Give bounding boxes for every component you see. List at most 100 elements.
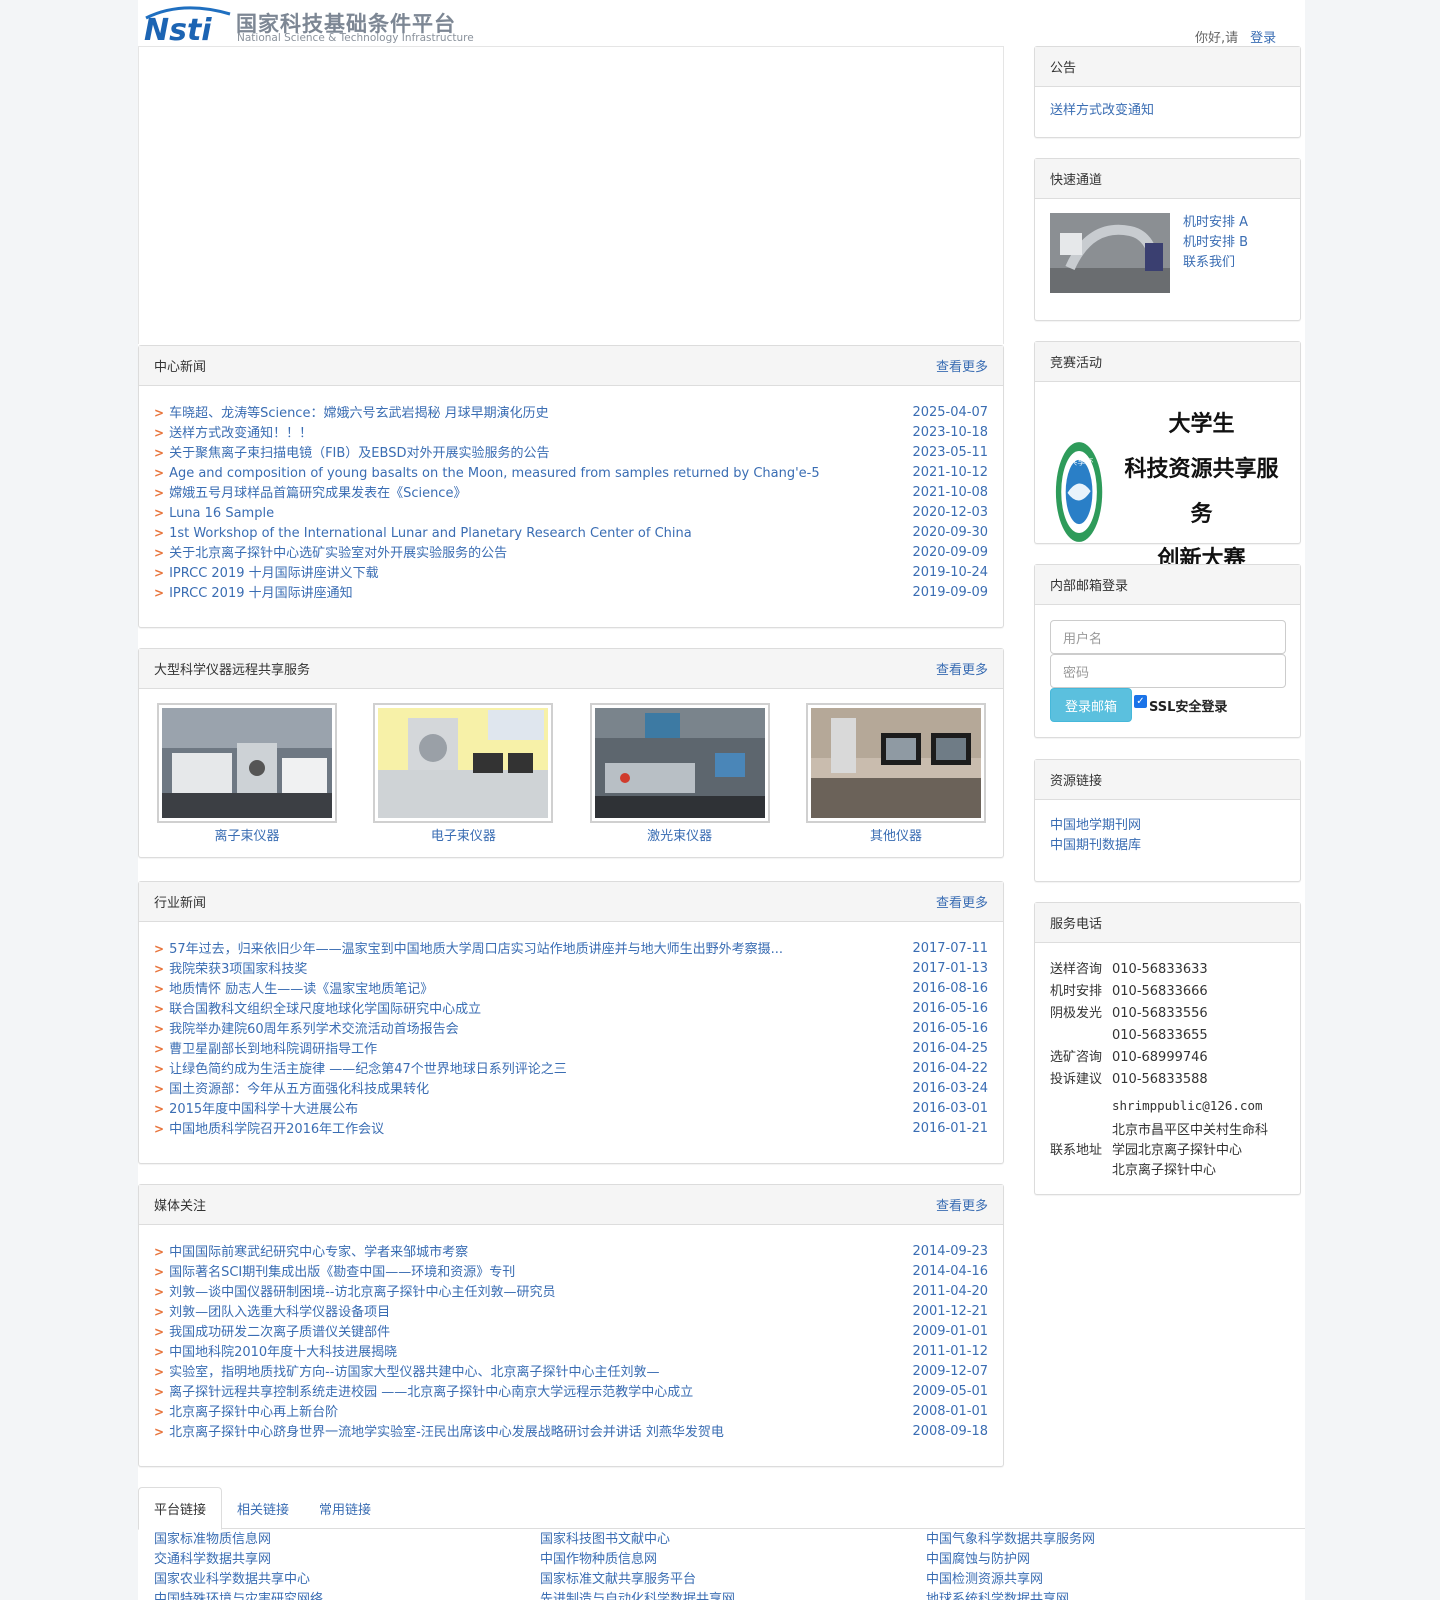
footer-link[interactable]: 中国特殊环境与灾害研究网络 (154, 1590, 540, 1600)
news-title[interactable]: > 北京离子探针中心跻身世界一流地学实验室-汪民出席该中心发展战略研讨会并讲话 刘… (154, 1422, 724, 1442)
news-title[interactable]: > 刘敦—团队入选重大科学仪器设备项目 (154, 1302, 390, 1322)
quick-link-schedule-a[interactable]: 机时安排 A (1183, 213, 1248, 233)
news-item[interactable]: > 联合国教科文组织全球尺度地球化学国际研究中心成立 2016-05-16 (154, 999, 988, 1019)
instrument-photo[interactable] (157, 703, 337, 823)
news-item[interactable]: > 离子探针远程共享控制系统走进校园 ——北京离子探针中心南京大学远程示范教学中心… (154, 1382, 988, 1402)
news-title[interactable]: >57年过去，归来依旧少年——温家宝到中国地质大学周口店实习站作地质讲座并与地大… (154, 939, 783, 959)
news-title[interactable]: > 关于聚焦离子束扫描电镜（FIB）及EBSD对外开展实验服务的公告 (154, 443, 549, 463)
footer-link[interactable]: 地球系统科学数据共享网 (926, 1590, 1304, 1600)
news-title[interactable]: > 车晓超、龙涛等Science：嫦娥六号玄武岩揭秘 月球早期演化历史 (154, 403, 549, 423)
resource-link[interactable]: 中国地学期刊网 (1050, 816, 1285, 836)
news-title[interactable]: > 实验室，指明地质找矿方向--访国家大型仪器共建中心、北京离子探针中心主任刘敦— (154, 1362, 659, 1382)
footer-link[interactable]: 中国检测资源共享网 (926, 1570, 1304, 1590)
tab-common-links[interactable]: 常用链接 (304, 1487, 386, 1529)
quick-access-image[interactable] (1050, 213, 1170, 293)
instrument-electron-beam[interactable]: 电子束仪器 (373, 703, 554, 844)
news-item[interactable]: > 实验室，指明地质找矿方向--访国家大型仪器共建中心、北京离子探针中心主任刘敦—… (154, 1362, 988, 1382)
instrument-photo[interactable] (373, 703, 554, 823)
news-title[interactable]: > 关于北京离子探针中心选矿实验室对外开展实验服务的公告 (154, 543, 507, 563)
news-item[interactable]: > 我院荣获3项国家科技奖 2017-01-13 (154, 959, 988, 979)
footer-link[interactable]: 中国作物种质信息网 (540, 1550, 926, 1570)
news-title[interactable]: > 中国地质科学院召开2016年工作会议 (154, 1119, 384, 1139)
footer-link[interactable]: 国家标准物质信息网 (154, 1530, 540, 1550)
news-title[interactable]: > 嫦娥五号月球样品首篇研究成果发表在《Science》 (154, 483, 466, 503)
news-item[interactable]: > 刘敦—团队入选重大科学仪器设备项目 2001-12-21 (154, 1302, 988, 1322)
instrument-laser-beam[interactable]: 激光束仪器 (589, 703, 770, 844)
footer-link[interactable]: 国家标准文献共享服务平台 (540, 1570, 926, 1590)
more-link[interactable]: 查看更多 (936, 1195, 988, 1214)
news-item[interactable]: > 中国地科院2010年度十大科技进展揭晓 2011-01-12 (154, 1342, 988, 1362)
instrument-photo[interactable] (589, 703, 770, 823)
news-title[interactable]: > 国土资源部：今年从五方面强化科技成果转化 (154, 1079, 429, 1099)
news-title[interactable]: > 送样方式改变通知！！！ (154, 423, 312, 443)
more-link[interactable]: 查看更多 (936, 659, 988, 678)
news-title[interactable]: > 中国国际前寒武纪研究中心专家、学者来邹城市考察 (154, 1242, 468, 1262)
tab-related-links[interactable]: 相关链接 (222, 1487, 304, 1529)
news-title[interactable]: > 地质情怀 励志人生——读《温家宝地质笔记》 (154, 979, 433, 999)
quick-link-contact[interactable]: 联系我们 (1183, 253, 1248, 273)
news-item[interactable]: > 嫦娥五号月球样品首篇研究成果发表在《Science》 2021-10-08 (154, 483, 988, 503)
instrument-caption[interactable]: 激光束仪器 (590, 825, 770, 844)
news-item[interactable]: > Luna 16 Sample 2020-12-03 (154, 503, 988, 523)
login-link[interactable]: 登录 (1250, 31, 1276, 46)
news-item[interactable]: > 中国地质科学院召开2016年工作会议 2016-01-21 (154, 1119, 988, 1139)
news-item[interactable]: > 关于北京离子探针中心选矿实验室对外开展实验服务的公告 2020-09-09 (154, 543, 988, 563)
tab-platform-links[interactable]: 平台链接 (138, 1487, 223, 1530)
footer-link[interactable]: 交通科学数据共享网 (154, 1550, 540, 1570)
more-link[interactable]: 查看更多 (936, 892, 988, 911)
ssl-checkbox[interactable]: ✓ (1134, 694, 1147, 708)
instrument-caption[interactable]: 电子束仪器 (373, 825, 553, 844)
news-title[interactable]: > 让绿色简约成为生活主旋律 ——纪念第47个世界地球日系列评论之三 (154, 1059, 567, 1079)
news-title[interactable]: > 曹卫星副部长到地科院调研指导工作 (154, 1039, 377, 1059)
news-item[interactable]: > 北京离子探针中心跻身世界一流地学实验室-汪民出席该中心发展战略研讨会并讲话 刘… (154, 1422, 988, 1442)
news-title[interactable]: > 我院荣获3项国家科技奖 (154, 959, 307, 979)
news-title[interactable]: > IPRCC 2019 十月国际讲座讲义下载 (154, 563, 379, 583)
news-title[interactable]: > 中国地科院2010年度十大科技进展揭晓 (154, 1342, 397, 1362)
instrument-photo[interactable] (805, 703, 986, 823)
news-item[interactable]: > 曹卫星副部长到地科院调研指导工作 2016-04-25 (154, 1039, 988, 1059)
news-item[interactable]: >57年过去，归来依旧少年——温家宝到中国地质大学周口店实习站作地质讲座并与地大… (154, 939, 988, 959)
news-item[interactable]: > 地质情怀 励志人生——读《温家宝地质笔记》 2016-08-16 (154, 979, 988, 999)
news-item[interactable]: > 关于聚焦离子束扫描电镜（FIB）及EBSD对外开展实验服务的公告 2023-05… (154, 443, 988, 463)
news-item[interactable]: > 中国国际前寒武纪研究中心专家、学者来邹城市考察 2014-09-23 (154, 1242, 988, 1262)
news-title[interactable]: > 联合国教科文组织全球尺度地球化学国际研究中心成立 (154, 999, 481, 1019)
news-item[interactable]: > 国土资源部：今年从五方面强化科技成果转化 2016-03-24 (154, 1079, 988, 1099)
username-input[interactable]: 用户名 (1050, 620, 1286, 654)
news-item[interactable]: > 车晓超、龙涛等Science：嫦娥六号玄武岩揭秘 月球早期演化历史 2025-0… (154, 403, 988, 423)
news-item[interactable]: >2015年度中国科学十大进展公布 2016-03-01 (154, 1099, 988, 1119)
news-title[interactable]: > Luna 16 Sample (154, 503, 274, 523)
news-title[interactable]: > 我院举办建院60周年系列学术交流活动首场报告会 (154, 1019, 459, 1039)
news-title[interactable]: > 我国成功研发二次离子质谱仪关键部件 (154, 1322, 390, 1342)
mail-login-button[interactable]: 登录邮箱 (1050, 688, 1132, 722)
news-item[interactable]: > Age and composition of young basalts on… (154, 463, 988, 483)
news-item[interactable]: > 国际著名SCI期刊集成出版《勘查中国——环境和资源》专刊 2014-04-16 (154, 1262, 988, 1282)
instrument-caption[interactable]: 离子束仪器 (157, 825, 337, 844)
news-title[interactable]: > Age and composition of young basalts on… (154, 463, 820, 483)
quick-link-schedule-b[interactable]: 机时安排 B (1183, 233, 1248, 253)
resource-link[interactable]: 中国期刊数据库 (1050, 836, 1285, 856)
footer-link[interactable]: 中国腐蚀与防护网 (926, 1550, 1304, 1570)
news-item[interactable]: > 刘敦—谈中国仪器研制困境--访北京离子探针中心主任刘敦—研究员 2011-04-… (154, 1282, 988, 1302)
news-item[interactable]: > IPRCC 2019 十月国际讲座通知 2019-09-09 (154, 583, 988, 603)
notice-link[interactable]: 送样方式改变通知 (1050, 101, 1285, 121)
footer-link[interactable]: 国家农业科学数据共享中心 (154, 1570, 540, 1590)
news-title[interactable]: > 刘敦—谈中国仪器研制困境--访北京离子探针中心主任刘敦—研究员 (154, 1282, 555, 1302)
footer-link[interactable]: 中国气象科学数据共享服务网 (926, 1530, 1304, 1550)
news-title[interactable]: > IPRCC 2019 十月国际讲座通知 (154, 583, 353, 603)
news-title[interactable]: > 北京离子探针中心再上新台阶 (154, 1402, 338, 1422)
instrument-ion-beam[interactable]: 离子束仪器 (157, 703, 337, 844)
password-input[interactable]: 密码 (1050, 654, 1286, 688)
news-item[interactable]: >1st Workshop of the International Lunar… (154, 523, 988, 543)
news-title[interactable]: > 离子探针远程共享控制系统走进校园 ——北京离子探针中心南京大学远程示范教学中心… (154, 1382, 693, 1402)
news-item[interactable]: > IPRCC 2019 十月国际讲座讲义下载 2019-10-24 (154, 563, 988, 583)
instrument-other[interactable]: 其他仪器 (805, 703, 986, 844)
news-title[interactable]: >1st Workshop of the International Lunar… (154, 523, 692, 543)
news-item[interactable]: > 北京离子探针中心再上新台阶 2008-01-01 (154, 1402, 988, 1422)
instrument-caption[interactable]: 其他仪器 (806, 825, 986, 844)
news-item[interactable]: > 送样方式改变通知！！！ 2023-10-18 (154, 423, 988, 443)
news-title[interactable]: > 国际著名SCI期刊集成出版《勘查中国——环境和资源》专刊 (154, 1262, 515, 1282)
news-item[interactable]: > 我国成功研发二次离子质谱仪关键部件 2009-01-01 (154, 1322, 988, 1342)
nsti-logo[interactable]: Nsti (142, 4, 234, 44)
footer-link[interactable]: 国家科技图书文献中心 (540, 1530, 926, 1550)
footer-link[interactable]: 先进制造与自动化科学数据共享网 (540, 1590, 926, 1600)
